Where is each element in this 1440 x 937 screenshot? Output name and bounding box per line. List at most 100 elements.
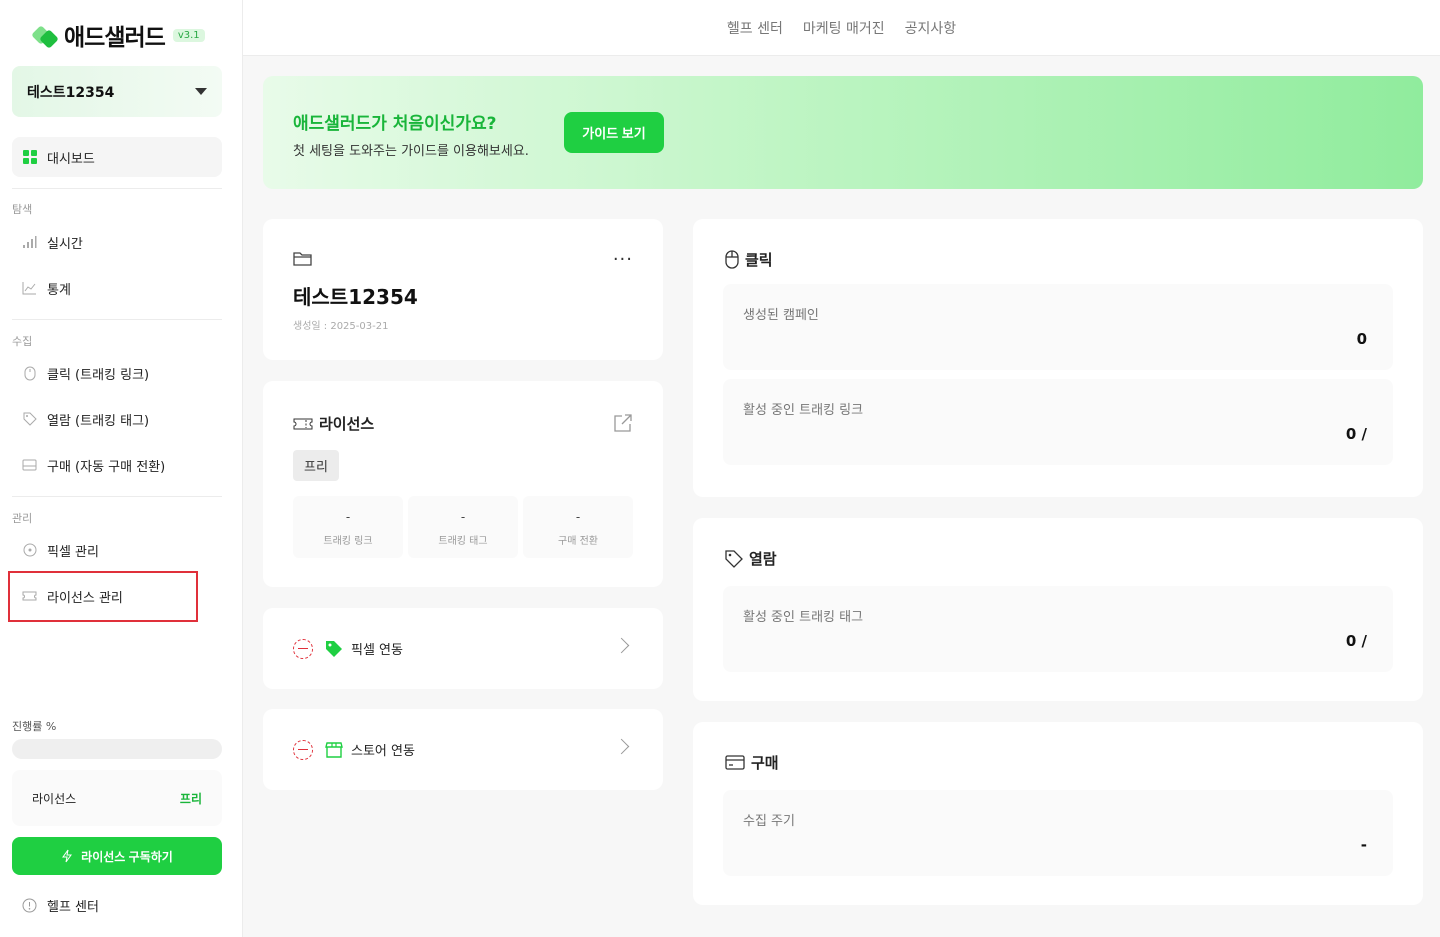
sidebar-item-label: 실시간 [47, 236, 83, 252]
account-created-date: 생성일 : 2025-03-21 [293, 321, 389, 332]
top-nav-marketing-magazine[interactable]: 마케팅 매거진 [803, 18, 885, 38]
onboarding-banner: 애드샐러드가 처음이신가요? 첫 세팅을 도와주는 가이드를 이용해보세요. 가… [263, 76, 1423, 189]
banner-subtitle: 첫 세팅을 도와주는 가이드를 이용해보세요. [293, 144, 529, 159]
view-card-header: 열람 [725, 548, 777, 569]
logo-text: 애드샐러드 [64, 25, 166, 51]
store-icon [325, 741, 343, 758]
license-card: 라이선스 프리 - 트래킹 링크 - 트래킹 태그 - 구매 전환 [263, 381, 663, 587]
sidebar-item-purchase[interactable]: 구매 (자동 구매 전환) [12, 445, 222, 485]
sidebar-item-label: 클릭 (트래킹 링크) [47, 367, 150, 383]
active-links-metric: 활성 중인 트래킹 링크 0 / [723, 379, 1393, 465]
sidebar-item-dashboard[interactable]: 대시보드 [12, 137, 222, 177]
mouse-icon [725, 250, 739, 269]
ticket-icon [293, 418, 313, 429]
stat-label: 트래킹 링크 [323, 536, 373, 547]
metric-label: 활성 중인 트래킹 링크 [743, 403, 864, 418]
divider [12, 188, 222, 189]
card-icon [22, 458, 37, 473]
metric-label: 수집 주기 [743, 814, 795, 829]
top-nav-help-center[interactable]: 헬프 센터 [727, 18, 783, 38]
logo[interactable]: 애드샐러드 v3.1 [31, 18, 205, 52]
click-card: 클릭 생성된 캠페인 0 활성 중인 트래킹 링크 0 / [693, 219, 1423, 497]
line-chart-icon [22, 281, 37, 296]
license-stat-tracking-tag: - 트래킹 태그 [408, 496, 518, 558]
metric-label: 생성된 캠페인 [743, 308, 819, 323]
license-summary-value: 프리 [179, 791, 202, 806]
store-integration-label: 스토어 연동 [351, 744, 415, 759]
sidebar-item-label: 헬프 센터 [47, 899, 99, 915]
sidebar-item-view[interactable]: 열람 (트래킹 태그) [12, 399, 222, 439]
disconnected-icon [293, 638, 313, 659]
sidebar-item-label: 구매 (자동 구매 전환) [47, 459, 166, 475]
store-integration-card[interactable]: 스토어 연동 [263, 709, 663, 790]
section-label-manage: 관리 [12, 512, 33, 525]
grid-icon [22, 150, 37, 165]
banner-title: 애드샐러드가 처음이신가요? [293, 114, 497, 134]
subscribe-license-button[interactable]: 라이선스 구독하기 [12, 837, 222, 875]
purchase-card: 구매 수집 주기 - [693, 722, 1423, 905]
license-plan-badge: 프리 [293, 450, 339, 481]
version-badge: v3.1 [172, 28, 205, 42]
click-card-header: 클릭 [725, 249, 773, 270]
sidebar-item-label: 열람 (트래킹 태그) [47, 413, 150, 429]
lightning-icon [62, 849, 73, 863]
sidebar-item-label: 통계 [47, 282, 71, 298]
sidebar-item-license[interactable]: 라이선스 관리 [12, 576, 222, 616]
section-label-explore: 탐색 [12, 203, 33, 216]
sidebar-item-label: 픽셀 관리 [47, 544, 99, 560]
metric-label: 활성 중인 트래킹 태그 [743, 610, 864, 625]
metric-value: - [1360, 836, 1367, 854]
card-icon [725, 755, 745, 770]
purchase-card-title: 구매 [751, 754, 779, 772]
tag-icon [326, 640, 342, 657]
stat-label: 구매 전환 [558, 536, 598, 547]
more-options-icon[interactable]: ··· [613, 249, 633, 270]
pixel-integration-label: 픽셀 연동 [351, 643, 403, 658]
view-card-title: 열람 [749, 550, 777, 568]
top-nav: 헬프 센터 마케팅 매거진 공지사항 [243, 0, 1440, 56]
top-nav-notices[interactable]: 공지사항 [905, 18, 957, 38]
sidebar-item-label: 라이선스 관리 [47, 590, 123, 606]
external-link-icon[interactable] [613, 413, 633, 437]
progress-label: 진행률 % [12, 720, 57, 733]
target-icon [22, 543, 37, 558]
metric-value: 0 [1356, 330, 1367, 348]
account-name: 테스트12354 [27, 84, 115, 101]
divider [12, 496, 222, 497]
license-summary-label: 라이선스 [32, 791, 77, 806]
divider [12, 319, 222, 320]
stat-value: - [575, 510, 581, 524]
sidebar-item-realtime[interactable]: 실시간 [12, 222, 222, 262]
ticket-icon [22, 589, 37, 604]
stat-value: - [345, 510, 351, 524]
metric-value: 0 / [1345, 425, 1367, 443]
click-card-title: 클릭 [745, 251, 773, 269]
active-tags-metric: 활성 중인 트래킹 태그 0 / [723, 586, 1393, 672]
collection-cycle-metric: 수집 주기 - [723, 790, 1393, 876]
view-guide-button[interactable]: 가이드 보기 [564, 112, 664, 153]
license-stat-tracking-link: - 트래킹 링크 [293, 496, 403, 558]
pixel-integration-card[interactable]: 픽셀 연동 [263, 608, 663, 689]
chevron-right-icon [613, 738, 630, 755]
sidebar: 애드샐러드 v3.1 테스트12354 대시보드 탐색 실시간 통계 수집 클릭… [0, 0, 243, 937]
campaigns-metric: 생성된 캠페인 0 [723, 284, 1393, 370]
caret-down-icon [195, 88, 207, 95]
account-selector[interactable]: 테스트12354 [12, 66, 222, 117]
tag-icon [725, 549, 743, 568]
folder-icon [293, 251, 312, 270]
signal-bars-icon [22, 235, 37, 250]
stat-value: - [460, 510, 466, 524]
license-card-title: 라이선스 [319, 415, 375, 433]
subscribe-button-label: 라이선스 구독하기 [81, 849, 173, 864]
account-card-title: 테스트12354 [293, 285, 418, 309]
sidebar-item-label: 대시보드 [47, 151, 95, 167]
progress-bar [12, 739, 222, 759]
sidebar-item-pixel[interactable]: 픽셀 관리 [12, 530, 222, 570]
mouse-icon [22, 366, 37, 381]
stat-label: 트래킹 태그 [438, 536, 488, 547]
sidebar-item-help[interactable]: 헬프 센터 [12, 885, 99, 925]
sidebar-item-stats[interactable]: 통계 [12, 268, 222, 308]
sidebar-item-click[interactable]: 클릭 (트래킹 링크) [12, 353, 222, 393]
license-stat-purchase-conversion: - 구매 전환 [523, 496, 633, 558]
logo-leaf-icon [31, 22, 59, 49]
